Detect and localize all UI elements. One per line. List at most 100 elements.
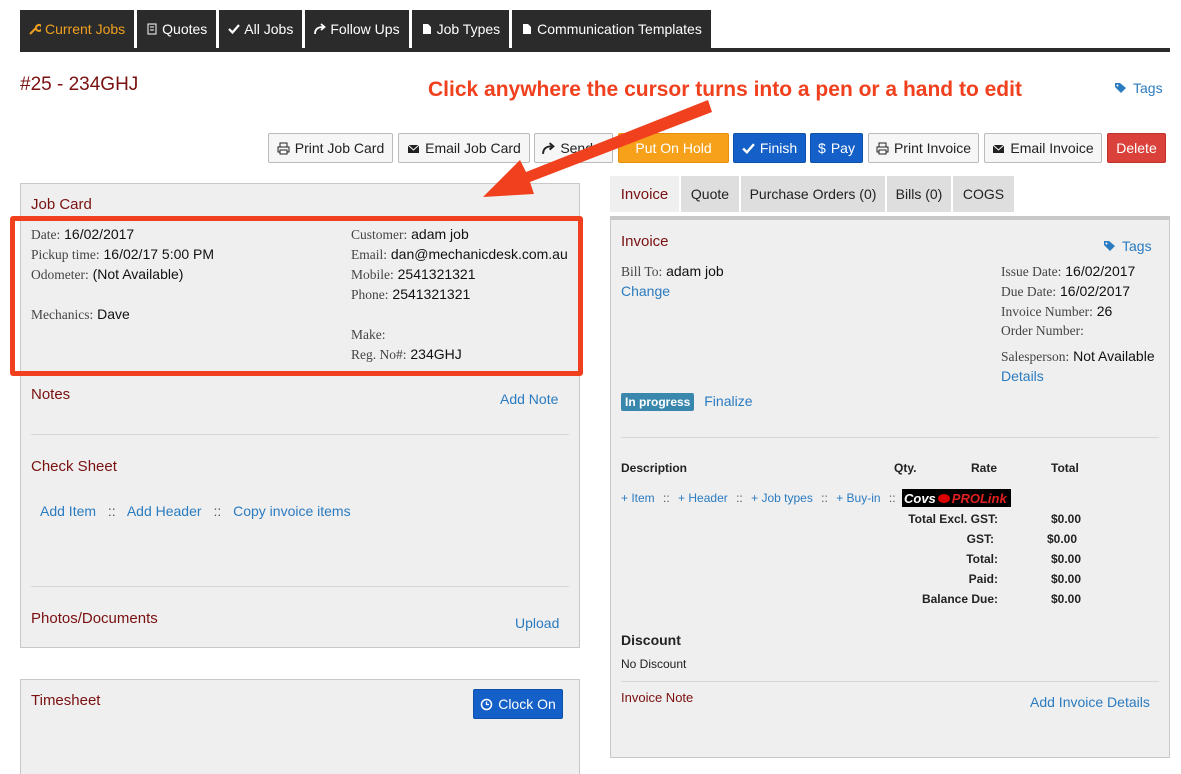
add-item-link[interactable]: + Item — [621, 491, 655, 505]
dollar-icon: $ — [818, 140, 826, 156]
tab-label: Job Types — [436, 21, 501, 37]
issue-date[interactable]: Issue Date: 16/02/2017 — [1001, 263, 1135, 280]
tab-label: All Jobs — [244, 21, 294, 37]
tab-quote[interactable]: Quote — [681, 176, 739, 212]
due-date-value: 16/02/2017 — [1060, 283, 1131, 299]
gst-value: $0.00 — [1047, 532, 1078, 546]
tab-follow-ups[interactable]: Follow Ups — [305, 10, 409, 48]
bill-to-value: adam job — [666, 263, 724, 279]
col-qty: Qty. — [894, 461, 917, 475]
envelope-icon — [407, 144, 420, 153]
details-link[interactable]: Details — [1001, 368, 1044, 384]
annotation-text: Click anywhere the cursor turns into a p… — [428, 78, 1022, 101]
photos-title: Photos/Documents — [31, 610, 158, 627]
add-invoice-details-link[interactable]: Add Invoice Details — [1030, 694, 1150, 710]
put-on-hold-button[interactable]: Put On Hold — [618, 133, 729, 163]
tab-invoice[interactable]: Invoice — [610, 176, 679, 212]
tab-cogs[interactable]: COGS — [953, 176, 1014, 212]
bill-to[interactable]: Bill To: adam job — [621, 263, 724, 280]
clock-on-button[interactable]: Clock On — [473, 689, 563, 719]
print-invoice-button[interactable]: Print Invoice — [868, 133, 979, 163]
add-buy-in-link[interactable]: + Buy-in — [836, 491, 880, 505]
change-link[interactable]: Change — [621, 283, 670, 299]
issue-date-value: 16/02/2017 — [1065, 263, 1136, 279]
tags-link[interactable]: Tags — [1114, 80, 1163, 96]
print-job-card-button[interactable]: Print Job Card — [268, 133, 393, 163]
separator: :: — [213, 503, 222, 519]
invoice-tags-link[interactable]: Tags — [1103, 238, 1152, 254]
due-date[interactable]: Due Date: 16/02/2017 — [1001, 283, 1130, 300]
email-invoice-button[interactable]: Email Invoice — [984, 133, 1102, 163]
nav-divider — [20, 48, 1170, 52]
add-header-link[interactable]: Add Header — [127, 503, 202, 519]
button-label: Send... — [560, 140, 605, 156]
wrench-icon — [29, 23, 41, 35]
separator: :: — [663, 491, 670, 505]
clock-icon — [480, 698, 493, 710]
tab-all-jobs[interactable]: All Jobs — [219, 10, 303, 48]
total-label: Total: — [966, 552, 998, 566]
separator: :: — [888, 491, 896, 505]
divider — [621, 681, 1159, 682]
delete-button[interactable]: Delete — [1107, 133, 1166, 163]
share-arrow-icon — [314, 23, 327, 35]
tab-current-jobs[interactable]: Current Jobs — [20, 10, 135, 48]
divider — [31, 434, 569, 435]
button-label: Delete — [1116, 140, 1157, 156]
tab-communication-templates[interactable]: Communication Templates — [512, 10, 711, 48]
button-label: Clock On — [498, 696, 556, 712]
separator: :: — [107, 503, 116, 519]
button-label: Finish — [759, 140, 798, 156]
send-button[interactable]: Send... — [534, 133, 613, 163]
divider — [621, 437, 1159, 438]
invoice-status: In progress Finalize — [621, 393, 753, 411]
balance-due-value: $0.00 — [1051, 592, 1082, 606]
salesperson-label: Salesperson: — [1001, 349, 1070, 364]
col-rate: Rate — [971, 461, 998, 475]
tab-purchase-orders[interactable]: Purchase Orders (0) — [741, 176, 885, 212]
add-header-link[interactable]: + Header — [678, 491, 728, 505]
share-arrow-icon — [542, 141, 556, 154]
button-label: Pay — [830, 140, 855, 156]
invoice-number-value: 26 — [1096, 303, 1113, 319]
discount-value[interactable]: No Discount — [621, 657, 686, 671]
notes-title: Notes — [31, 386, 71, 403]
button-label: Print Job Card — [294, 140, 385, 156]
upload-link[interactable]: Upload — [515, 615, 559, 631]
button-label: Put On Hold — [635, 140, 712, 156]
finalize-link[interactable]: Finalize — [704, 393, 752, 409]
salesperson[interactable]: Salesperson: Not Available — [1001, 348, 1155, 365]
check-sheet-title: Check Sheet — [31, 458, 117, 475]
button-label: Email Job Card — [425, 140, 521, 156]
invoice-number[interactable]: Invoice Number: 26 — [1001, 303, 1112, 320]
add-job-types-link[interactable]: + Job types — [751, 491, 813, 505]
paid-label: Paid: — [968, 572, 998, 586]
check-icon — [742, 142, 755, 154]
issue-date-label: Issue Date: — [1001, 264, 1062, 279]
order-number[interactable]: Order Number: — [1001, 322, 1084, 339]
separator: :: — [821, 491, 828, 505]
add-note-link[interactable]: Add Note — [500, 391, 558, 407]
covs-prolink-logo[interactable]: Covs PROLink — [902, 489, 1011, 507]
add-item-link[interactable]: Add Item — [40, 503, 96, 519]
col-total: Total — [1051, 461, 1079, 475]
tab-bills[interactable]: Bills (0) — [887, 176, 951, 212]
status-badge: In progress — [621, 393, 695, 411]
tab-quotes[interactable]: Quotes — [137, 10, 217, 48]
tab-job-types[interactable]: Job Types — [411, 10, 510, 48]
pay-button[interactable]: $ Pay — [810, 133, 863, 163]
document-icon — [147, 23, 157, 35]
file-icon — [523, 24, 532, 34]
finish-button[interactable]: Finish — [733, 133, 806, 163]
due-date-label: Due Date: — [1001, 284, 1057, 299]
col-description: Description — [621, 461, 688, 475]
invoice-note-label: Invoice Note — [621, 690, 694, 705]
divider — [31, 586, 569, 587]
gst-label: GST: — [966, 532, 994, 546]
email-job-card-button[interactable]: Email Job Card — [398, 133, 530, 163]
top-nav: Current Jobs Quotes All Jobs Follow Ups … — [20, 10, 711, 48]
copy-invoice-items-link[interactable]: Copy invoice items — [233, 503, 351, 519]
invoice-add-actions: + Item :: + Header :: + Job types :: + B… — [621, 491, 901, 505]
salesperson-value: Not Available — [1073, 348, 1155, 364]
invoice-title: Invoice — [621, 233, 669, 250]
